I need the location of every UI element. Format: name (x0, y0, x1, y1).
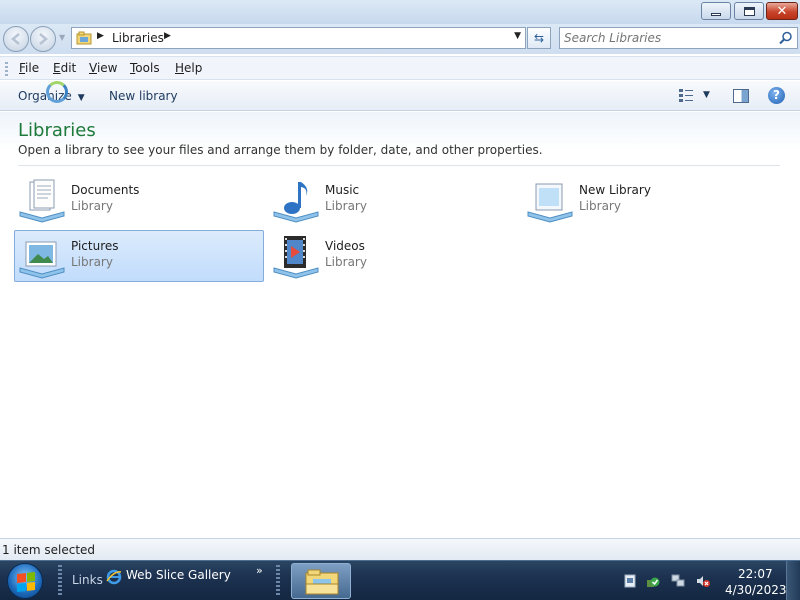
clock-time[interactable]: 22:07 (738, 567, 773, 581)
address-dropdown-icon[interactable]: ▼ (514, 31, 521, 41)
menu-view[interactable]: View (89, 61, 117, 75)
close-icon: ✕ (776, 3, 788, 19)
breadcrumb-separator-icon[interactable]: ▶ (97, 31, 104, 41)
refresh-button[interactable]: ⇆ (527, 27, 551, 49)
navigation-bar: ▼ ▶ Libraries ▶ ▼ ⇆ (0, 24, 800, 54)
forward-arrow-icon (39, 33, 48, 45)
internet-explorer-icon (106, 569, 122, 585)
page-title: Libraries (18, 120, 96, 141)
library-name: New Library (579, 183, 651, 197)
library-name: Pictures (71, 239, 119, 253)
new-library-icon (527, 183, 573, 223)
refresh-icon: ⇆ (533, 31, 545, 45)
show-desktop-button[interactable] (786, 561, 800, 600)
back-button[interactable] (3, 26, 29, 52)
videos-library-icon (273, 236, 319, 279)
library-item-new-library[interactable]: New Library Library (522, 174, 772, 226)
restore-icon (743, 6, 755, 16)
toolbar-grip[interactable] (58, 565, 62, 597)
window-title-bar: ✕ (0, 0, 800, 24)
tray-volume-muted-icon[interactable] (696, 574, 710, 588)
header-divider (18, 165, 780, 166)
search-input[interactable] (564, 30, 769, 46)
breadcrumb-libraries[interactable]: Libraries (112, 31, 164, 45)
taskbar: Links Web Slice Gallery » 22:07 4/30/202… (0, 560, 800, 600)
windows-explorer-icon (305, 569, 339, 595)
library-type: Library (325, 199, 367, 213)
close-button[interactable]: ✕ (766, 2, 798, 20)
search-box[interactable] (559, 27, 798, 49)
toolbar-grip[interactable] (276, 565, 280, 597)
clock-date[interactable]: 4/30/2023 (725, 583, 787, 597)
minimize-icon (711, 12, 721, 16)
tray-document-icon[interactable] (623, 574, 637, 588)
address-bar[interactable]: ▶ Libraries ▶ ▼ (71, 27, 526, 49)
back-arrow-icon (11, 33, 20, 45)
libraries-folder-icon (76, 31, 92, 45)
library-type: Library (71, 255, 113, 269)
menu-edit[interactable]: Edit (53, 61, 76, 75)
library-type: Library (325, 255, 367, 269)
page-subtitle: Open a library to see your files and arr… (18, 143, 543, 157)
windows-logo-icon (17, 572, 35, 592)
content-area: Libraries Open a library to see your fil… (0, 112, 800, 538)
breadcrumb-expand-icon[interactable]: ▶ (164, 31, 171, 41)
menu-tools[interactable]: Tools (130, 61, 160, 75)
documents-library-icon (19, 179, 65, 223)
tray-security-icon[interactable] (646, 574, 660, 588)
help-icon[interactable]: ? (768, 87, 785, 104)
menu-bar: File Edit View Tools Help (0, 56, 800, 80)
menu-grip (5, 62, 8, 76)
change-view-icon[interactable] (678, 88, 694, 104)
view-options-dropdown-icon[interactable]: ▼ (703, 90, 710, 100)
organize-dropdown-icon: ▼ (77, 93, 85, 103)
tray-network-icon[interactable] (671, 574, 685, 588)
start-button[interactable] (7, 563, 43, 599)
taskbar-explorer-button[interactable] (291, 563, 351, 599)
status-text: 1 item selected (2, 543, 96, 557)
links-toolbar-label: Links (72, 573, 103, 587)
search-icon[interactable] (779, 31, 793, 45)
recent-pages-dropdown[interactable]: ▼ (59, 33, 68, 45)
minimize-button[interactable] (701, 2, 731, 20)
library-item-music[interactable]: Music Library (268, 174, 518, 226)
library-item-videos[interactable]: Videos Library (268, 230, 518, 282)
library-type: Library (71, 199, 113, 213)
library-item-documents[interactable]: Documents Library (14, 174, 264, 226)
library-type: Library (579, 199, 621, 213)
links-overflow-chevron[interactable]: » (256, 564, 263, 577)
library-name: Videos (325, 239, 365, 253)
menu-file[interactable]: File (19, 61, 39, 75)
pictures-library-icon (19, 241, 65, 279)
library-name: Music (325, 183, 360, 197)
library-item-pictures[interactable]: Pictures Library (14, 230, 264, 282)
web-slice-gallery-link[interactable]: Web Slice Gallery (126, 568, 231, 582)
preview-pane-icon[interactable] (733, 89, 749, 103)
busy-cursor-icon (46, 81, 68, 103)
library-name: Documents (71, 183, 140, 197)
menu-help[interactable]: Help (175, 61, 202, 75)
restore-button[interactable] (734, 2, 764, 20)
new-library-button[interactable]: New library (109, 89, 178, 103)
music-library-icon (273, 182, 319, 223)
status-bar: 1 item selected (0, 538, 800, 560)
forward-button[interactable] (30, 26, 56, 52)
